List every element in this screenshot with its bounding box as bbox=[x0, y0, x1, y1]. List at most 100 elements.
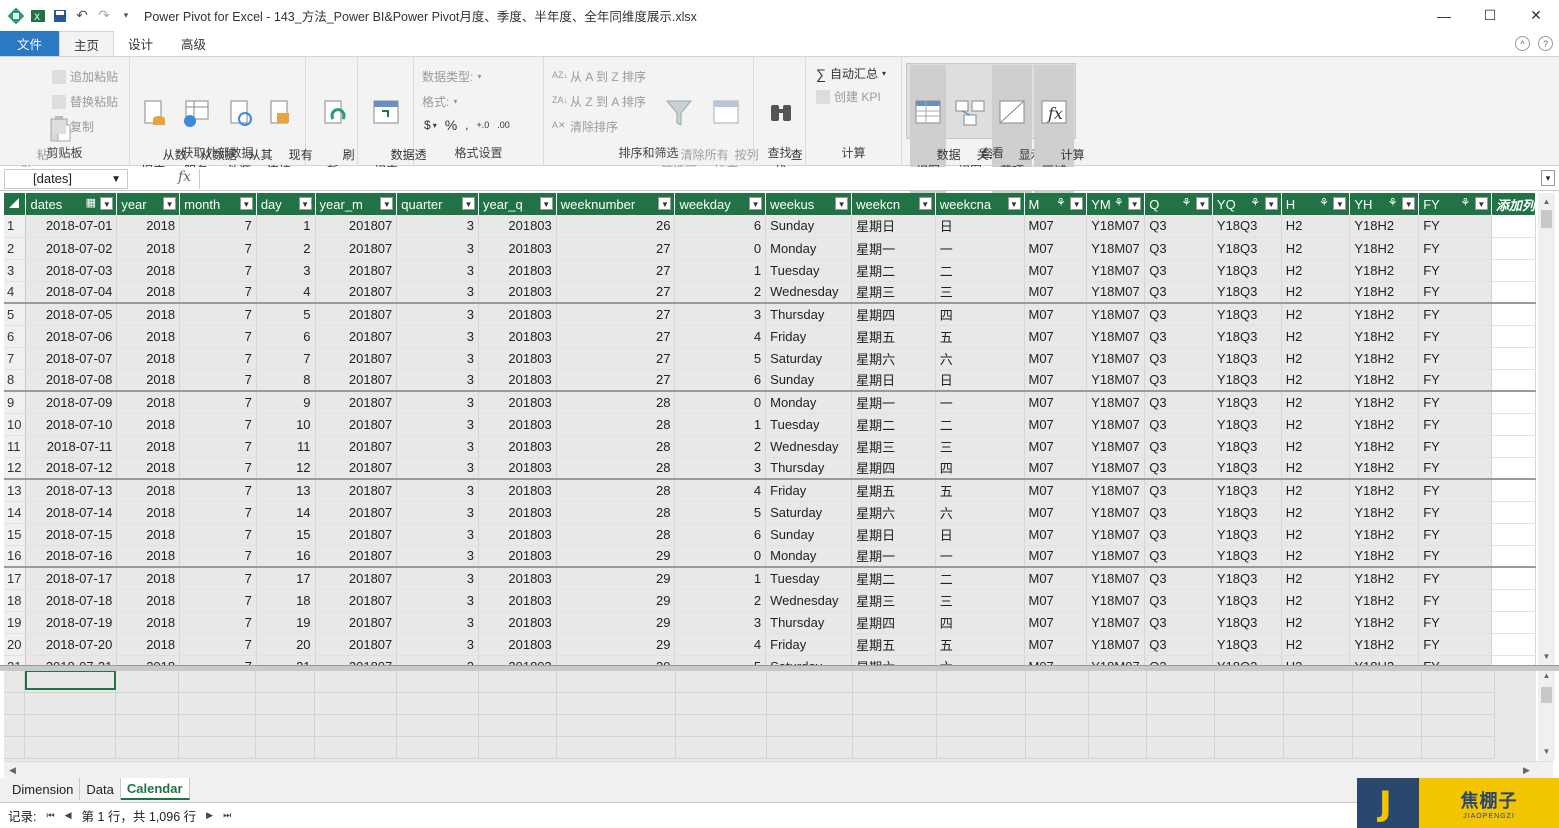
add-column-cell[interactable] bbox=[1491, 325, 1536, 348]
cell-year-q[interactable]: 201803 bbox=[478, 611, 557, 634]
cell-yh[interactable]: Y18H2 bbox=[1349, 501, 1420, 524]
calc-cell[interactable] bbox=[179, 693, 256, 715]
table-row[interactable]: 16 2018-07-16 2018 7 16 201807 3 201803 29 0 Monda… bbox=[4, 545, 1536, 568]
calc-cell[interactable] bbox=[315, 671, 397, 693]
cell-year-q[interactable]: 201803 bbox=[478, 501, 557, 524]
cell-weekus[interactable]: Monday bbox=[765, 545, 853, 568]
cell-ym[interactable]: Y18M07 bbox=[1086, 611, 1146, 634]
cell-year[interactable]: 2018 bbox=[116, 347, 181, 370]
column-header-ym[interactable]: YM ⚘ ▼ bbox=[1086, 193, 1146, 215]
row-number[interactable]: 17 bbox=[4, 566, 27, 590]
filter-dropdown-icon[interactable]: ▼ bbox=[1007, 197, 1021, 210]
cell-weekcna[interactable]: 二 bbox=[935, 566, 1025, 590]
cell-dates[interactable]: 2018-07-21 bbox=[25, 655, 118, 665]
calc-cell[interactable] bbox=[1089, 737, 1147, 759]
calc-cell[interactable] bbox=[1422, 715, 1495, 737]
calc-cell[interactable] bbox=[315, 715, 397, 737]
cell-quarter[interactable]: 3 bbox=[396, 215, 479, 238]
calc-cell[interactable] bbox=[1284, 671, 1353, 693]
cell-weekcna[interactable]: 六 bbox=[935, 501, 1025, 524]
cell-day[interactable]: 10 bbox=[256, 413, 316, 436]
cell-yq[interactable]: Y18Q3 bbox=[1212, 478, 1282, 502]
cell-weekus[interactable]: Monday bbox=[765, 237, 853, 260]
cell-dates[interactable]: 2018-07-16 bbox=[25, 545, 118, 568]
add-column-cell[interactable] bbox=[1491, 633, 1536, 656]
cell-fy[interactable]: FY bbox=[1418, 457, 1492, 480]
cell-quarter[interactable]: 3 bbox=[396, 325, 479, 348]
cell-day[interactable]: 7 bbox=[256, 347, 316, 370]
add-column-cell[interactable] bbox=[1491, 611, 1536, 634]
cell-weekcna[interactable]: 六 bbox=[935, 655, 1025, 665]
cell-dates[interactable]: 2018-07-12 bbox=[25, 457, 118, 480]
filter-dropdown-icon[interactable]: ▼ bbox=[1333, 197, 1347, 210]
calc-cell[interactable] bbox=[767, 693, 853, 715]
cell-weekus[interactable]: Tuesday bbox=[765, 566, 853, 590]
column-header-weekday[interactable]: weekday ▼ bbox=[674, 193, 767, 215]
calc-cell[interactable] bbox=[767, 715, 853, 737]
cell-weekday[interactable]: 1 bbox=[674, 259, 767, 282]
cell-day[interactable]: 17 bbox=[256, 566, 316, 590]
calc-cell[interactable] bbox=[937, 693, 1026, 715]
calc-cell[interactable] bbox=[1422, 737, 1495, 759]
cell-yq[interactable]: Y18Q3 bbox=[1212, 523, 1282, 546]
increase-decimal-icon[interactable]: +.0 bbox=[477, 120, 490, 130]
cell-weekday[interactable]: 2 bbox=[674, 281, 767, 304]
cell-weekus[interactable]: Wednesday bbox=[765, 589, 853, 612]
cell-ym[interactable]: Y18M07 bbox=[1086, 523, 1146, 546]
row-number[interactable]: 10 bbox=[4, 413, 27, 436]
filter-dropdown-icon[interactable]: ▼ bbox=[163, 197, 177, 210]
cell-weekus[interactable]: Monday bbox=[765, 390, 853, 414]
cell-weekcn[interactable]: 星期五 bbox=[851, 325, 936, 348]
cell-m[interactable]: M07 bbox=[1024, 589, 1088, 612]
cell-weekcn[interactable]: 星期日 bbox=[851, 369, 936, 392]
cell-year-q[interactable]: 201803 bbox=[478, 215, 557, 238]
row-number[interactable]: 13 bbox=[4, 478, 27, 502]
cell-q[interactable]: Q3 bbox=[1144, 281, 1213, 304]
calc-cell[interactable] bbox=[676, 693, 767, 715]
add-column-header[interactable]: 添加列 bbox=[1491, 193, 1536, 215]
cell-dates[interactable]: 2018-07-09 bbox=[25, 390, 118, 414]
cell-month[interactable]: 7 bbox=[179, 545, 257, 568]
calc-cell[interactable] bbox=[479, 693, 557, 715]
cell-h[interactable]: H2 bbox=[1281, 325, 1351, 348]
cell-h[interactable]: H2 bbox=[1281, 457, 1351, 480]
cell-weekday[interactable]: 5 bbox=[674, 347, 767, 370]
cell-year[interactable]: 2018 bbox=[116, 633, 181, 656]
cell-day[interactable]: 16 bbox=[256, 545, 316, 568]
grid-vertical-scrollbar[interactable]: ▲ ▼ bbox=[1538, 193, 1555, 665]
cell-year[interactable]: 2018 bbox=[116, 281, 181, 304]
cell-m[interactable]: M07 bbox=[1024, 281, 1088, 304]
cell-weeknumber[interactable]: 28 bbox=[556, 435, 676, 458]
cell-day[interactable]: 5 bbox=[256, 302, 316, 326]
cell-weekcna[interactable]: 日 bbox=[935, 523, 1025, 546]
cell-year-m[interactable]: 201807 bbox=[315, 566, 398, 590]
cell-dates[interactable]: 2018-07-10 bbox=[25, 413, 118, 436]
scroll-up-icon[interactable]: ▲ bbox=[1538, 671, 1555, 685]
cell-fy[interactable]: FY bbox=[1418, 302, 1492, 326]
cell-h[interactable]: H2 bbox=[1281, 545, 1351, 568]
calc-cell[interactable] bbox=[256, 715, 315, 737]
calc-cell[interactable] bbox=[557, 737, 676, 759]
filter-dropdown-icon[interactable]: ▼ bbox=[239, 197, 253, 210]
cell-day[interactable]: 8 bbox=[256, 369, 316, 392]
cell-weekus[interactable]: Tuesday bbox=[765, 413, 853, 436]
row-number[interactable]: 7 bbox=[4, 347, 27, 370]
cell-q[interactable]: Q3 bbox=[1144, 390, 1213, 414]
calc-cell[interactable] bbox=[116, 671, 179, 693]
cell-weekcn[interactable]: 星期二 bbox=[851, 566, 936, 590]
cell-yh[interactable]: Y18H2 bbox=[1349, 589, 1420, 612]
cell-m[interactable]: M07 bbox=[1024, 611, 1088, 634]
cell-weekcna[interactable]: 一 bbox=[935, 545, 1025, 568]
filter-dropdown-icon[interactable]: ▼ bbox=[539, 197, 553, 210]
cell-weekus[interactable]: Thursday bbox=[765, 302, 853, 326]
cell-yh[interactable]: Y18H2 bbox=[1349, 633, 1420, 656]
calc-cell[interactable] bbox=[179, 671, 256, 693]
calc-cell[interactable] bbox=[1026, 693, 1089, 715]
cell-year-m[interactable]: 201807 bbox=[315, 259, 398, 282]
cell-fy[interactable]: FY bbox=[1418, 281, 1492, 304]
cell-q[interactable]: Q3 bbox=[1144, 259, 1213, 282]
cell-month[interactable]: 7 bbox=[179, 325, 257, 348]
add-column-cell[interactable] bbox=[1491, 457, 1536, 480]
cell-weeknumber[interactable]: 29 bbox=[556, 589, 676, 612]
minimize-button[interactable]: — bbox=[1421, 0, 1467, 31]
